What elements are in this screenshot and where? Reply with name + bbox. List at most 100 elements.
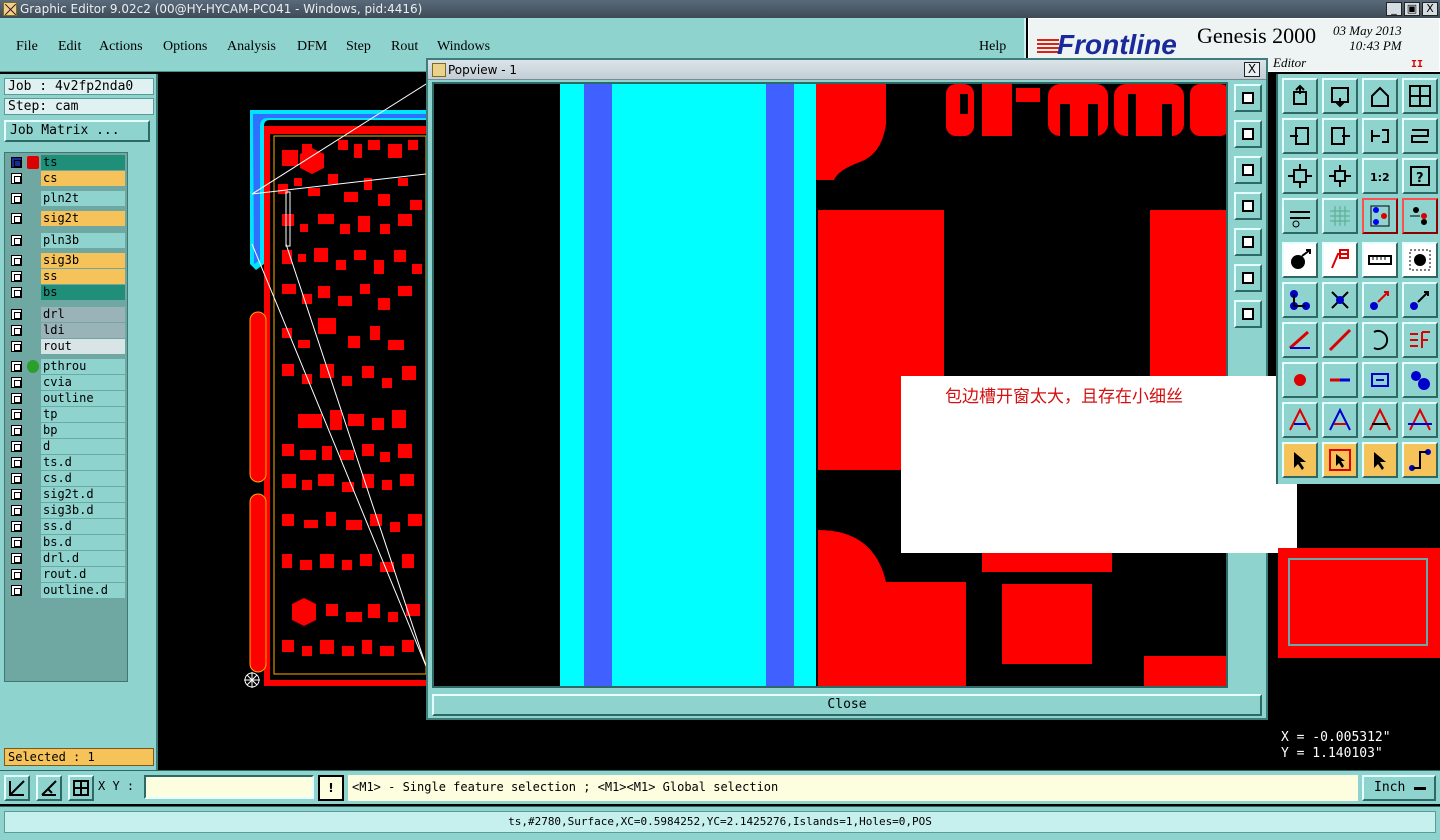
layer-checkbox[interactable] xyxy=(11,341,22,352)
layer-row-sig2t[interactable]: sig2t xyxy=(7,211,125,226)
layer-name[interactable]: bs.d xyxy=(41,535,125,550)
layer-name[interactable]: bp xyxy=(41,423,125,438)
draw-line-icon[interactable] xyxy=(1322,322,1358,358)
layer-name[interactable]: cs.d xyxy=(41,471,125,486)
layer-row-rout-d[interactable]: rout.d xyxy=(7,567,125,582)
home-icon[interactable] xyxy=(1362,78,1398,114)
menu-step[interactable]: Step xyxy=(346,39,371,55)
menu-edit[interactable]: Edit xyxy=(58,39,81,55)
menu-dfm[interactable]: DFM xyxy=(297,39,327,55)
layer-row-pln2t[interactable]: pln2t xyxy=(7,191,125,206)
snap-pads-icon[interactable] xyxy=(1362,198,1398,234)
copy-feature-icon[interactable] xyxy=(1402,282,1438,318)
layer-row-bs[interactable]: bs xyxy=(7,285,125,300)
grid-icon[interactable] xyxy=(1322,198,1358,234)
layer-name[interactable]: ss.d xyxy=(41,519,125,534)
menu-windows[interactable]: Windows xyxy=(437,39,490,55)
layer-row-sig2t-d[interactable]: sig2t.d xyxy=(7,487,125,502)
help-query-icon[interactable]: ? xyxy=(1402,158,1438,194)
menu-analysis[interactable]: Analysis xyxy=(227,39,276,55)
layer-row-outline[interactable]: outline xyxy=(7,391,125,406)
layer-name[interactable]: sig2t.d xyxy=(41,487,125,502)
menu-rout[interactable]: Rout xyxy=(391,39,418,55)
layer-row-bs-d[interactable]: bs.d xyxy=(7,535,125,550)
layer-name[interactable]: ts xyxy=(41,155,125,170)
layer-name[interactable]: sig3b xyxy=(41,253,125,268)
add-pad-icon[interactable] xyxy=(1282,242,1318,278)
layer-checkbox[interactable] xyxy=(11,157,22,168)
zoom-home-button[interactable] xyxy=(1234,84,1262,112)
layer-name[interactable]: outline xyxy=(41,391,125,406)
scale-1to2-icon[interactable]: 1:2 xyxy=(1362,158,1398,194)
snap-grid-icon[interactable] xyxy=(4,775,30,801)
layer-checkbox[interactable] xyxy=(11,521,22,532)
split-line-icon[interactable] xyxy=(1322,362,1358,398)
layer-checkbox[interactable] xyxy=(11,473,22,484)
layer-checkbox[interactable] xyxy=(11,309,22,320)
layer-name[interactable]: cvia xyxy=(41,375,125,390)
popview-close-button[interactable]: Close xyxy=(432,694,1262,716)
select-feature-icon[interactable] xyxy=(1362,442,1398,478)
select-net-icon[interactable] xyxy=(1402,442,1438,478)
layer-name[interactable]: rout.d xyxy=(41,567,125,582)
fill-icon[interactable] xyxy=(1402,402,1438,438)
layer-name[interactable]: d xyxy=(41,439,125,454)
minimap-viewport[interactable] xyxy=(1288,558,1428,646)
layer-row-drl-d[interactable]: drl.d xyxy=(7,551,125,566)
snap-angle-icon[interactable] xyxy=(36,775,62,801)
snap-features-icon[interactable] xyxy=(1402,198,1438,234)
layer-name[interactable]: ts.d xyxy=(41,455,125,470)
layer-row-ldi[interactable]: ldi xyxy=(7,323,125,338)
layer-row-ts[interactable]: ts xyxy=(7,155,125,170)
pan-left-icon[interactable] xyxy=(1282,118,1318,154)
pan-right-button[interactable] xyxy=(1234,228,1262,256)
redraw-icon[interactable] xyxy=(1402,118,1438,154)
zoom-in-button[interactable] xyxy=(1234,264,1262,292)
select-area-icon[interactable] xyxy=(1402,242,1438,278)
layer-checkbox[interactable] xyxy=(11,271,22,282)
layer-checkbox[interactable] xyxy=(11,193,22,204)
layer-checkbox[interactable] xyxy=(11,325,22,336)
layer-row-pthrou[interactable]: pthrou xyxy=(7,359,125,374)
layer-name[interactable]: sig2t xyxy=(41,211,125,226)
layer-name[interactable]: outline.d xyxy=(41,583,125,598)
pan-right-icon[interactable] xyxy=(1322,118,1358,154)
layer-checkbox[interactable] xyxy=(11,425,22,436)
layer-name[interactable]: rout xyxy=(41,339,125,354)
layer-row-tp[interactable]: tp xyxy=(7,407,125,422)
layer-row-ts-d[interactable]: ts.d xyxy=(7,455,125,470)
layer-checkbox[interactable] xyxy=(11,393,22,404)
layer-name[interactable]: cs xyxy=(41,171,125,186)
delete-feature-icon[interactable] xyxy=(1322,282,1358,318)
add-line-icon[interactable] xyxy=(1282,322,1318,358)
layer-row-sig3b[interactable]: sig3b xyxy=(7,253,125,268)
connect-icon[interactable] xyxy=(1282,282,1318,318)
layer-row-d[interactable]: d xyxy=(7,439,125,454)
pan-down-button[interactable] xyxy=(1234,156,1262,184)
layer-name[interactable]: pln3b xyxy=(41,233,125,248)
pan-up-button[interactable] xyxy=(1234,120,1262,148)
layer-row-pln3b[interactable]: pln3b xyxy=(7,233,125,248)
layer-row-cs-d[interactable]: cs.d xyxy=(7,471,125,486)
help-icon[interactable]: ! xyxy=(318,775,344,801)
layer-row-bp[interactable]: bp xyxy=(7,423,125,438)
layer-row-drl[interactable]: drl xyxy=(7,307,125,322)
layer-checkbox[interactable] xyxy=(11,287,22,298)
job-matrix-button[interactable]: Job Matrix ... xyxy=(4,120,150,142)
unit-select[interactable]: Inch xyxy=(1362,775,1436,801)
select-pointer-icon[interactable] xyxy=(1282,442,1318,478)
swap-icon[interactable] xyxy=(1362,118,1398,154)
layer-name[interactable]: sig3b.d xyxy=(41,503,125,518)
snap-center-icon[interactable] xyxy=(68,775,94,801)
layer-row-ss-d[interactable]: ss.d xyxy=(7,519,125,534)
menu-help[interactable]: Help xyxy=(979,39,1006,55)
zoom-out-button[interactable] xyxy=(1234,300,1262,328)
zoom-home-icon[interactable] xyxy=(1282,78,1318,114)
measure-icon[interactable] xyxy=(1282,198,1318,234)
layer-row-cvia[interactable]: cvia xyxy=(7,375,125,390)
pause-icon[interactable]: II xyxy=(1411,59,1423,70)
resize-icon[interactable] xyxy=(1362,362,1398,398)
xy-input[interactable] xyxy=(144,775,314,799)
layer-checkbox[interactable] xyxy=(11,235,22,246)
maximize-button[interactable]: ▣ xyxy=(1404,2,1420,16)
